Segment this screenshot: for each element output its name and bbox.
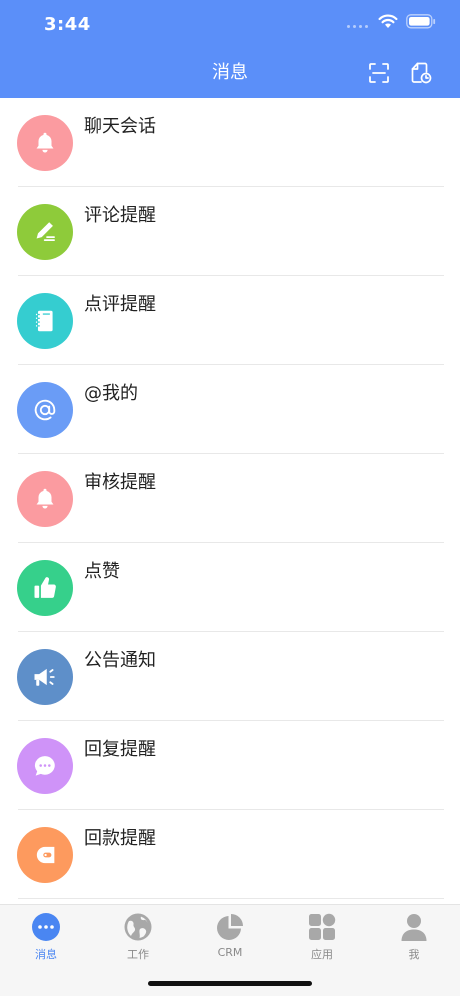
- comment-avatar: [17, 204, 73, 260]
- home-indicator: [148, 981, 312, 986]
- bell-icon: [36, 132, 54, 153]
- likes-avatar: [17, 560, 73, 616]
- wallet-icon: [36, 846, 55, 864]
- review-avatar: [17, 293, 73, 349]
- wifi-icon: [378, 14, 398, 28]
- scan-icon: [369, 63, 389, 83]
- chat-avatar: [17, 115, 73, 171]
- chat-bubble-icon: [34, 756, 55, 776]
- item-label: 回款提醒: [84, 828, 156, 849]
- item-label: 点赞: [84, 561, 120, 582]
- tab-label: 应用: [311, 948, 333, 961]
- messages-screen: 3:44 消息 聊天会话 评论提醒 点评提醒 @我的 审核提醒 点赞 公告通知 …: [0, 0, 460, 996]
- tab-label: 工作: [127, 948, 149, 961]
- approval-avatar: [17, 471, 73, 527]
- item-label: 审核提醒: [84, 472, 156, 493]
- list-item-announcement[interactable]: 公告通知: [0, 632, 460, 721]
- tab-label: CRM: [217, 946, 243, 959]
- at-icon: [34, 399, 56, 421]
- tab-label: 我: [408, 948, 420, 961]
- list-item-payment[interactable]: 回款提醒: [0, 810, 460, 899]
- tab-me[interactable]: 我: [368, 911, 460, 967]
- list-item-chat[interactable]: 聊天会话: [0, 98, 460, 187]
- item-label: 公告通知: [84, 650, 156, 671]
- item-label: 评论提醒: [84, 205, 156, 226]
- header-bar: 3:44 消息: [0, 0, 460, 98]
- tab-apps[interactable]: 应用: [276, 911, 368, 967]
- tab-messages[interactable]: 消息: [0, 911, 92, 967]
- announcement-avatar: [17, 649, 73, 705]
- thumbs-up-icon: [34, 577, 56, 598]
- bell-icon: [36, 488, 54, 509]
- list-item-review[interactable]: 点评提醒: [0, 276, 460, 365]
- list-item-approval[interactable]: 审核提醒: [0, 454, 460, 543]
- message-dots-icon: [32, 913, 60, 941]
- item-label: @我的: [84, 383, 138, 404]
- apps-grid-icon: [309, 913, 336, 940]
- history-icon: [411, 62, 432, 84]
- item-label: 聊天会话: [84, 116, 156, 137]
- mention-avatar: [17, 382, 73, 438]
- divider: [18, 898, 444, 899]
- item-label: 点评提醒: [84, 294, 156, 315]
- status-time: 3:44: [44, 14, 91, 35]
- tab-label: 消息: [35, 948, 57, 961]
- list-item-mention[interactable]: @我的: [0, 365, 460, 454]
- tab-work[interactable]: 工作: [92, 911, 184, 967]
- signal-dots-icon: [347, 16, 368, 28]
- megaphone-icon: [34, 668, 55, 686]
- list-item-likes[interactable]: 点赞: [0, 543, 460, 632]
- history-button[interactable]: [406, 58, 436, 88]
- payment-avatar: [17, 827, 73, 883]
- notebook-icon: [35, 310, 53, 332]
- pencil-icon: [36, 222, 55, 241]
- person-icon: [401, 914, 427, 941]
- status-icons: [347, 14, 436, 29]
- item-label: 回复提醒: [84, 739, 156, 760]
- scan-button[interactable]: [364, 58, 394, 88]
- tab-crm[interactable]: CRM: [184, 911, 276, 967]
- reply-avatar: [17, 738, 73, 794]
- message-list: 聊天会话 评论提醒 点评提醒 @我的 审核提醒 点赞 公告通知 回复提醒 回款提…: [0, 98, 460, 899]
- list-item-comment[interactable]: 评论提醒: [0, 187, 460, 276]
- list-item-reply[interactable]: 回复提醒: [0, 721, 460, 810]
- battery-icon: [406, 14, 436, 29]
- globe-icon: [124, 913, 152, 941]
- pie-chart-icon: [217, 914, 243, 940]
